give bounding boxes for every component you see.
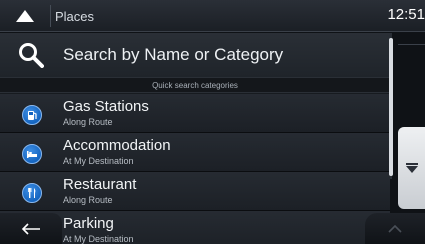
up-button[interactable]: [0, 0, 50, 32]
chevron-up-icon: [388, 224, 402, 233]
quick-search-header: Quick search categories: [0, 77, 390, 93]
gas-pump-icon: [22, 105, 42, 125]
scroll-down-button[interactable]: [398, 127, 425, 209]
search-button[interactable]: Search by Name or Category: [0, 33, 390, 77]
page-title: Places: [55, 9, 95, 24]
item-sublabel: At My Destination: [63, 156, 134, 166]
arrow-left-icon: [21, 222, 40, 235]
title-divider: [50, 5, 51, 27]
right-panel-divider: [398, 44, 425, 45]
item-label: Restaurant: [63, 176, 137, 193]
scroll-down-icon: [405, 163, 418, 173]
item-sublabel: Along Route: [63, 117, 113, 127]
item-sublabel: At My Destination: [63, 234, 134, 244]
clock: 12:51: [387, 6, 425, 23]
bed-icon: [22, 144, 42, 164]
list-item-accommodation[interactable]: Accommodation At My Destination: [0, 133, 390, 172]
triangle-up-icon: [16, 10, 34, 22]
scrollbar-thumb[interactable]: [389, 38, 393, 176]
search-icon: [19, 43, 44, 68]
scroll-up-button[interactable]: [365, 213, 425, 244]
places-list: Search by Name or Category Quick search …: [0, 33, 390, 244]
item-label: Gas Stations: [63, 98, 149, 115]
item-label: Parking: [63, 215, 114, 232]
back-button[interactable]: [0, 213, 62, 244]
search-label: Search by Name or Category: [63, 45, 284, 64]
item-sublabel: Along Route: [63, 195, 113, 205]
list-item-gas-stations[interactable]: Gas Stations Along Route: [0, 94, 390, 133]
top-bar: Places 12:51: [0, 0, 425, 32]
list-item-restaurant[interactable]: Restaurant Along Route: [0, 172, 390, 211]
fork-knife-icon: [22, 183, 42, 203]
item-label: Accommodation: [63, 137, 171, 154]
